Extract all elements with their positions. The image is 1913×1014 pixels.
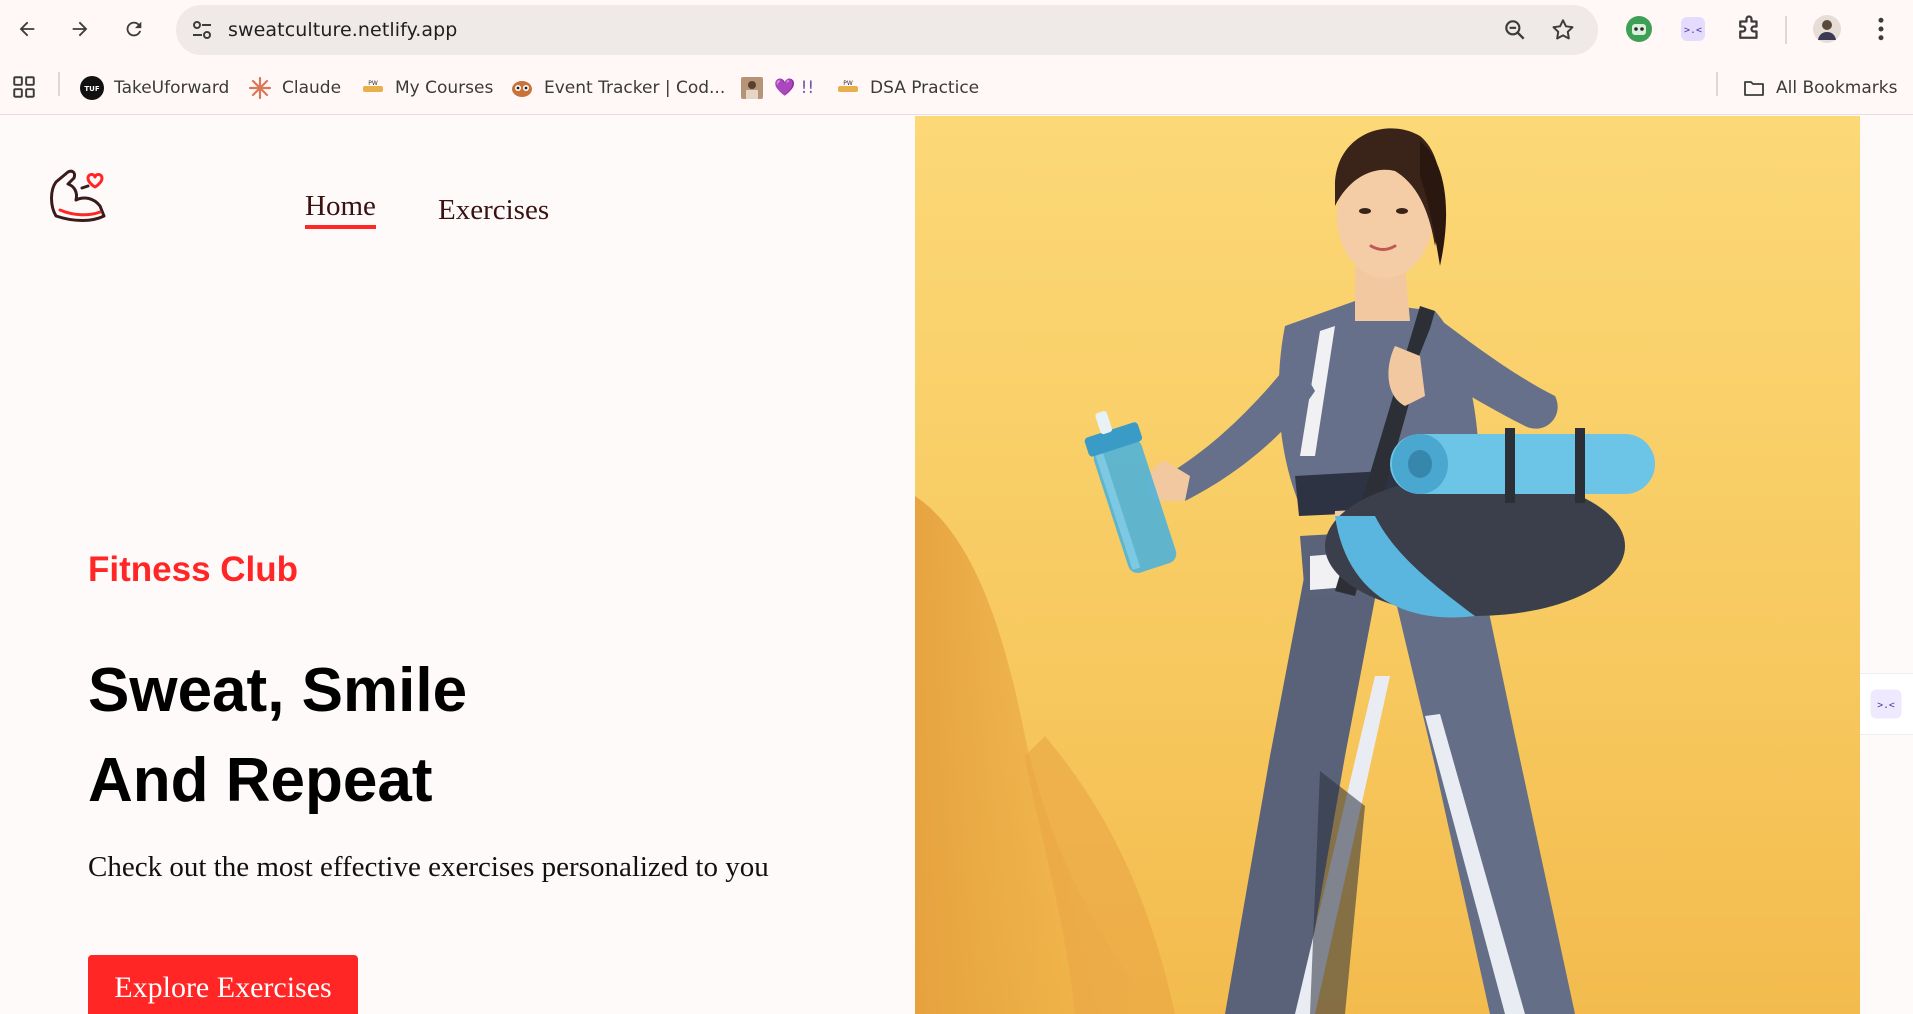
bookmark-label: Event Tracker | Cod...	[544, 78, 726, 98]
web-page: Home Exercises Fitness Club Sweat, Smile…	[0, 116, 1913, 1014]
arrow-right-icon	[72, 21, 88, 37]
bookmark-dsa-practice[interactable]: PW DSA Practice	[836, 74, 979, 102]
bookmark-separator	[58, 72, 60, 96]
arrow-left-icon	[19, 21, 35, 37]
hero-subtitle: Check out the most effective exercises p…	[88, 851, 769, 883]
nav-home-link[interactable]: Home	[305, 190, 376, 229]
bookmark-claude[interactable]: Claude	[248, 74, 341, 102]
hero-title-line-2: And Repeat	[88, 746, 433, 815]
back-button[interactable]	[10, 12, 44, 46]
address-bar[interactable]: sweatculture.netlify.app	[176, 5, 1598, 55]
owl-icon	[510, 76, 534, 100]
svg-text:PW: PW	[843, 80, 853, 87]
more-menu-icon[interactable]	[1866, 14, 1896, 44]
browser-toolbar: sweatculture.netlify.app >.<	[0, 0, 1913, 60]
photo-icon	[740, 76, 764, 100]
robot-extension-icon[interactable]	[1624, 14, 1654, 44]
claude-icon	[248, 76, 272, 100]
svg-text:PW: PW	[368, 80, 378, 87]
zoom-icon[interactable]	[1502, 17, 1528, 43]
hero-title: Sweat, Smile And Repeat	[88, 646, 467, 826]
all-bookmarks-button[interactable]: All Bookmarks	[1742, 74, 1897, 102]
reload-button[interactable]	[117, 12, 151, 46]
toolbar-separator	[1785, 16, 1787, 44]
forward-button[interactable]	[63, 12, 97, 46]
course-icon: PW	[836, 76, 860, 100]
extensions-puzzle-icon[interactable]	[1734, 14, 1764, 44]
svg-text:>.<: >.<	[1877, 700, 1895, 711]
svg-text:>.<: >.<	[1684, 25, 1702, 36]
bookmark-my-courses[interactable]: PW My Courses	[361, 74, 493, 102]
apps-grid-icon[interactable]	[11, 74, 37, 100]
hero-banner-image	[915, 116, 1860, 1014]
explore-exercises-button[interactable]: Explore Exercises	[88, 955, 358, 1014]
star-icon[interactable]	[1550, 17, 1576, 43]
site-settings-icon[interactable]	[190, 18, 214, 42]
face-extension-icon[interactable]: >.<	[1678, 14, 1708, 44]
tuf-icon: TUF	[80, 76, 104, 100]
bookmark-photo[interactable]: 💜 !!	[740, 74, 814, 102]
hero-eyebrow: Fitness Club	[88, 550, 299, 589]
flexed-arm-heart-logo-icon[interactable]	[44, 156, 116, 230]
folder-icon	[1742, 76, 1766, 100]
bookmark-label: DSA Practice	[870, 78, 980, 98]
bookmark-label: 💜 !!	[774, 78, 815, 98]
reload-icon	[126, 21, 142, 37]
face-extension-side-icon[interactable]: >.<	[1860, 673, 1913, 735]
profile-avatar-icon[interactable]	[1812, 14, 1842, 44]
hero-title-line-1: Sweat, Smile	[88, 656, 468, 725]
course-icon: PW	[361, 76, 385, 100]
all-bookmarks-label: All Bookmarks	[1776, 78, 1898, 98]
bookmark-takeuforward[interactable]: TUF TakeUforward	[80, 74, 229, 102]
bookmark-event-tracker[interactable]: Event Tracker | Cod...	[510, 74, 725, 102]
bookmark-label: Claude	[282, 78, 342, 98]
url-text[interactable]: sweatculture.netlify.app	[228, 19, 457, 41]
bookmark-label: TakeUforward	[114, 78, 230, 98]
bookmark-separator	[1716, 72, 1718, 96]
svg-text:TUF: TUF	[84, 85, 99, 93]
bookmark-label: My Courses	[395, 78, 494, 98]
nav-exercises-link[interactable]: Exercises	[438, 194, 549, 227]
